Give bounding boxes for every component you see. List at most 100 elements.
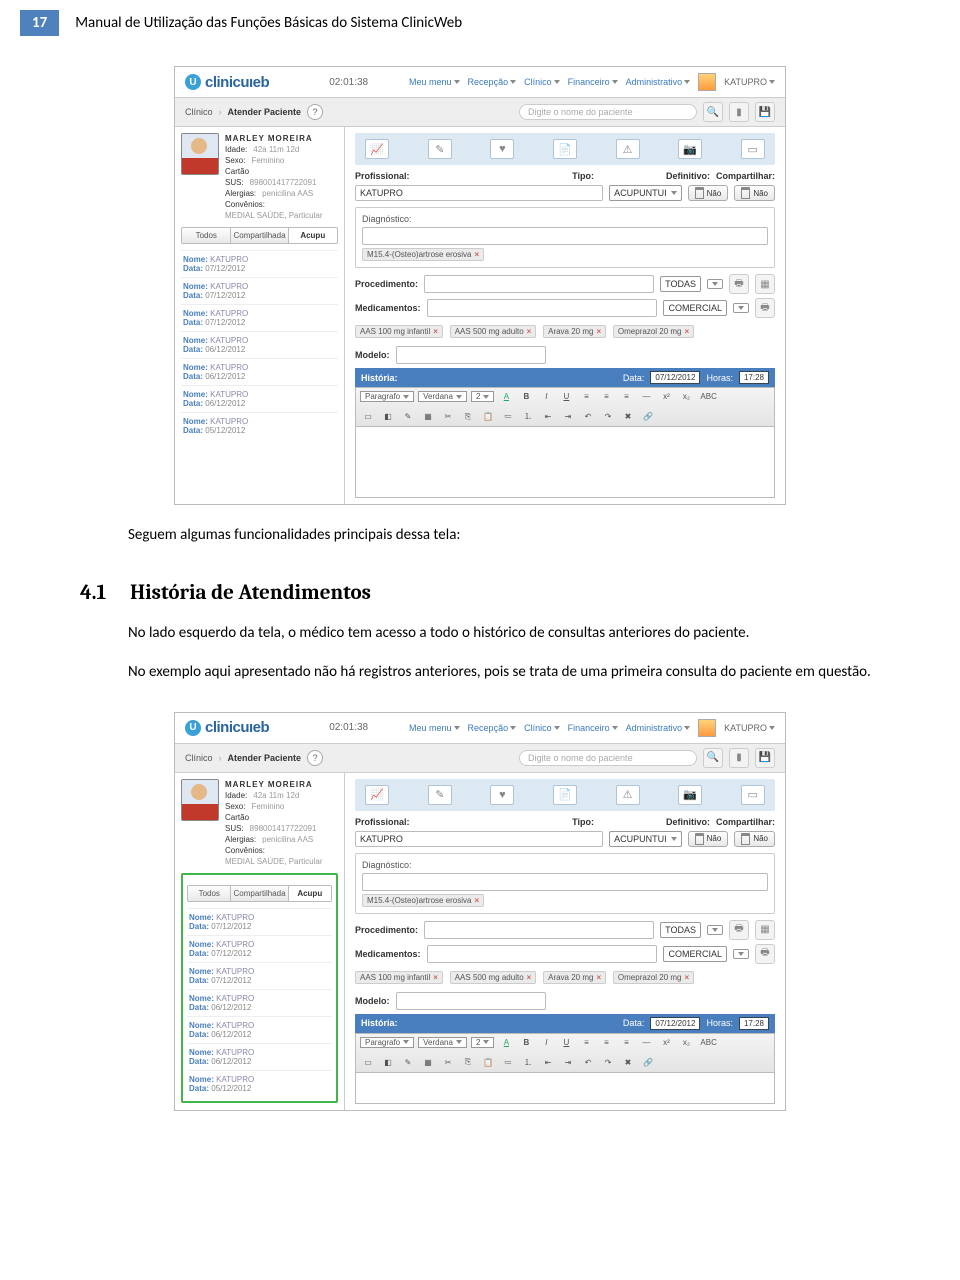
document-icon[interactable]: ▮ [729,102,749,122]
remove-format-icon[interactable]: ✖ [620,411,636,422]
underline-icon[interactable]: U [558,391,574,402]
chart-icon[interactable]: 📈 [365,785,389,805]
close-icon[interactable]: × [527,327,532,336]
document-icon[interactable]: 📄 [553,139,577,159]
nav-recepcao[interactable]: Recepção [468,723,517,733]
history-item[interactable]: Nome: KATUPROData: 07/12/2012 [187,908,332,935]
tab-compartilhada[interactable]: Compartilhada [231,886,288,901]
hr-icon[interactable]: — [638,391,654,402]
historia-time[interactable]: 17:28 [739,371,769,384]
paste-icon[interactable]: 📋 [480,411,496,422]
editor-area[interactable] [355,1073,775,1104]
document-icon[interactable]: ▮ [729,748,749,768]
diagnostico-input[interactable] [362,873,768,891]
compartilhar-toggle[interactable]: Não [734,831,775,847]
help-icon[interactable]: ? [307,104,323,120]
search-icon[interactable]: 🔍 [703,102,723,122]
history-item[interactable]: Nome: KATUPROData: 07/12/2012 [181,250,338,277]
profissional-input[interactable]: KATUPRO [355,185,603,201]
close-icon[interactable]: × [474,896,479,905]
historia-date[interactable]: 07/12/2012 [650,1017,700,1030]
spellcheck-icon[interactable]: ABC [698,1037,718,1048]
link-icon[interactable]: 🔗 [640,411,656,422]
cut-icon[interactable]: ✂ [440,411,456,422]
history-item[interactable]: Nome: KATUPROData: 07/12/2012 [181,304,338,331]
diag-tag[interactable]: M15.4-(Osteo)artrose erosiva× [362,894,484,907]
nav-financeiro[interactable]: Financeiro [568,723,618,733]
align-center-icon[interactable]: ≡ [598,391,614,402]
font-select[interactable]: Verdana [418,1037,467,1048]
italic-icon[interactable]: I [538,391,554,402]
procedimento-dropdown[interactable] [707,279,723,289]
save-icon[interactable]: 💾 [755,748,775,768]
history-item[interactable]: Nome: KATUPROData: 05/12/2012 [187,1070,332,1097]
tab-acupuntura[interactable]: Acupu [289,886,331,901]
font-color-icon[interactable]: A [498,391,514,402]
chart-icon[interactable]: 📈 [365,139,389,159]
medicamentos-input[interactable] [427,299,658,317]
medicamentos-select[interactable]: COMERCIAL [663,300,727,316]
procedimento-select[interactable]: TODAS [660,922,701,938]
procedimento-select[interactable]: TODAS [660,276,701,292]
sup-icon[interactable]: x² [658,391,674,402]
undo-icon[interactable]: ↶ [580,411,596,422]
tool-icon[interactable]: ▦ [420,411,436,422]
paragraph-select[interactable]: Paragrafo [360,1037,414,1048]
numlist-icon[interactable]: ⒈ [520,1056,536,1069]
nav-clinico[interactable]: Clínico [524,77,560,87]
underline-icon[interactable]: U [558,1037,574,1048]
modelo-select[interactable] [396,992,546,1010]
page-icon[interactable]: ▭ [741,139,765,159]
nav-user[interactable]: KATUPRO [724,77,775,87]
camera-icon[interactable]: 📷 [678,139,702,159]
patient-search-input[interactable]: Digite o nome do paciente [519,104,697,120]
tipo-select[interactable]: ACUPUNTUI [609,831,682,847]
nav-administrativo[interactable]: Administrativo [626,723,691,733]
italic-icon[interactable]: I [538,1037,554,1048]
list-icon[interactable]: ≔ [500,411,516,422]
redo-icon[interactable]: ↷ [600,1057,616,1068]
close-icon[interactable]: × [596,327,601,336]
definitivo-toggle[interactable]: Não [688,831,729,847]
search-icon[interactable]: 🔍 [703,748,723,768]
diag-tag[interactable]: M15.4-(Osteo)artrose erosiva× [362,248,484,261]
document-icon[interactable]: 📄 [553,785,577,805]
align-right-icon[interactable]: ≡ [618,1037,634,1048]
bold-icon[interactable]: B [518,391,534,402]
grid-icon[interactable]: ▦ [755,920,775,940]
print-icon[interactable]: 🖶 [755,298,775,318]
warning-icon[interactable]: ⚠ [616,139,640,159]
nav-administrativo[interactable]: Administrativo [626,77,691,87]
med-tag[interactable]: Arava 20 mg× [543,971,606,984]
sub-icon[interactable]: x₂ [678,391,694,402]
editor-area[interactable] [355,427,775,498]
paragraph-select[interactable]: Paragrafo [360,391,414,402]
save-icon[interactable]: 💾 [755,102,775,122]
tab-todos[interactable]: Todos [188,886,231,901]
medicamentos-dropdown[interactable] [733,303,749,313]
med-tag[interactable]: Omeprazol 20 mg× [613,971,694,984]
spellcheck-icon[interactable]: ABC [698,391,718,402]
sub-icon[interactable]: x₂ [678,1037,694,1048]
nav-clinico[interactable]: Clínico [524,723,560,733]
nav-user[interactable]: KATUPRO [724,723,775,733]
compartilhar-toggle[interactable]: Não [734,185,775,201]
med-tag[interactable]: AAS 500 mg adulto× [450,325,537,338]
indent-icon[interactable]: ⇥ [560,1057,576,1068]
diagnostico-input[interactable] [362,227,768,245]
nav-financeiro[interactable]: Financeiro [568,77,618,87]
size-select[interactable]: 2 [471,1037,494,1048]
history-item[interactable]: Nome: KATUPROData: 05/12/2012 [181,412,338,439]
history-item[interactable]: Nome: KATUPROData: 06/12/2012 [181,385,338,412]
medicamentos-select[interactable]: COMERCIAL [663,946,727,962]
historia-date[interactable]: 07/12/2012 [650,371,700,384]
undo-icon[interactable]: ↶ [580,1057,596,1068]
procedimento-input[interactable] [424,921,654,939]
tool-icon[interactable]: ✎ [400,411,416,422]
outdent-icon[interactable]: ⇤ [540,411,556,422]
tipo-select[interactable]: ACUPUNTUI [609,185,682,201]
grid-icon[interactable]: ▦ [755,274,775,294]
indent-icon[interactable]: ⇥ [560,411,576,422]
history-item[interactable]: Nome: KATUPROData: 06/12/2012 [187,989,332,1016]
page-icon[interactable]: ▭ [741,785,765,805]
